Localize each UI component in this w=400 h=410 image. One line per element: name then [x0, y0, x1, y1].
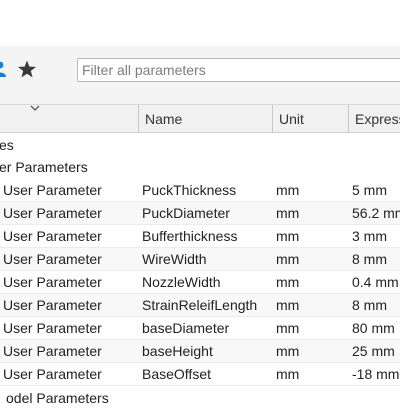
row-name[interactable]: PuckDiameter: [142, 202, 270, 225]
row-unit: mm: [276, 182, 300, 198]
row-expression[interactable]: 0.4 mm: [352, 271, 400, 294]
row-type: User Parameter: [3, 320, 102, 336]
row-expression[interactable]: 25 mm: [352, 340, 400, 363]
table-row[interactable]: User Parameter StrainReleifLength mm 8 m…: [0, 294, 400, 317]
row-type: User Parameter: [3, 366, 102, 382]
row-unit: mm: [276, 274, 300, 290]
row-expression[interactable]: 8 mm: [352, 248, 400, 271]
group-model-parameters[interactable]: es: [0, 134, 14, 157]
row-expression[interactable]: 56.2 mm: [352, 202, 400, 225]
table-row[interactable]: User Parameter PuckDiameter mm 56.2 mm: [0, 202, 400, 225]
row-unit: mm: [276, 297, 300, 313]
row-name[interactable]: baseHeight: [142, 340, 270, 363]
row-unit: mm: [276, 343, 300, 359]
row-expression[interactable]: -18 mm: [352, 363, 400, 386]
row-name[interactable]: PuckThickness: [142, 179, 270, 202]
table-row[interactable]: User Parameter BaseOffset mm -18 mm: [0, 363, 400, 386]
row-name[interactable]: Bufferthickness: [142, 225, 270, 248]
table-row[interactable]: User Parameter PuckThickness mm 5 mm: [0, 179, 400, 202]
row-unit: mm: [276, 251, 300, 267]
table-row[interactable]: User Parameter NozzleWidth mm 0.4 mm: [0, 271, 400, 294]
row-name[interactable]: WireWidth: [142, 248, 270, 271]
toolbar-top-band: [0, 0, 400, 46]
table-row[interactable]: User Parameter Bufferthickness mm 3 mm: [0, 225, 400, 248]
table-row[interactable]: User Parameter baseHeight mm 25 mm: [0, 340, 400, 363]
group-user-parameters[interactable]: er Parameters: [0, 156, 88, 179]
group-next-parameters[interactable]: odel Parameters: [6, 387, 109, 410]
row-type: User Parameter: [3, 274, 102, 290]
row-expression[interactable]: 3 mm: [352, 225, 400, 248]
column-header-unit[interactable]: Unit: [272, 105, 348, 133]
row-expression[interactable]: 80 mm: [352, 317, 400, 340]
row-type: User Parameter: [3, 297, 102, 313]
table-header: Name Unit Express: [0, 104, 400, 133]
row-expression[interactable]: 8 mm: [352, 294, 400, 317]
filter-input[interactable]: [77, 58, 400, 82]
column-header-name[interactable]: Name: [138, 105, 272, 133]
table-row[interactable]: User Parameter baseDiameter mm 80 mm: [0, 317, 400, 340]
row-expression[interactable]: 5 mm: [352, 179, 400, 202]
row-name[interactable]: StrainReleifLength: [142, 294, 270, 317]
row-unit: mm: [276, 228, 300, 244]
row-unit: mm: [276, 205, 300, 221]
row-type: User Parameter: [3, 343, 102, 359]
row-name[interactable]: baseDiameter: [142, 317, 270, 340]
row-name[interactable]: BaseOffset: [142, 363, 270, 386]
star-icon[interactable]: [17, 59, 37, 79]
table-row[interactable]: User Parameter WireWidth mm 8 mm: [0, 248, 400, 271]
toolbar: [0, 0, 400, 104]
user-icon[interactable]: [0, 60, 6, 78]
row-type: User Parameter: [3, 251, 102, 267]
row-unit: mm: [276, 320, 300, 336]
row-unit: mm: [276, 366, 300, 382]
row-type: User Parameter: [3, 228, 102, 244]
row-type: User Parameter: [3, 182, 102, 198]
row-type: User Parameter: [3, 205, 102, 221]
row-name[interactable]: NozzleWidth: [142, 271, 270, 294]
chevron-down-icon[interactable]: [30, 105, 40, 111]
column-header-expression[interactable]: Express: [348, 105, 400, 133]
